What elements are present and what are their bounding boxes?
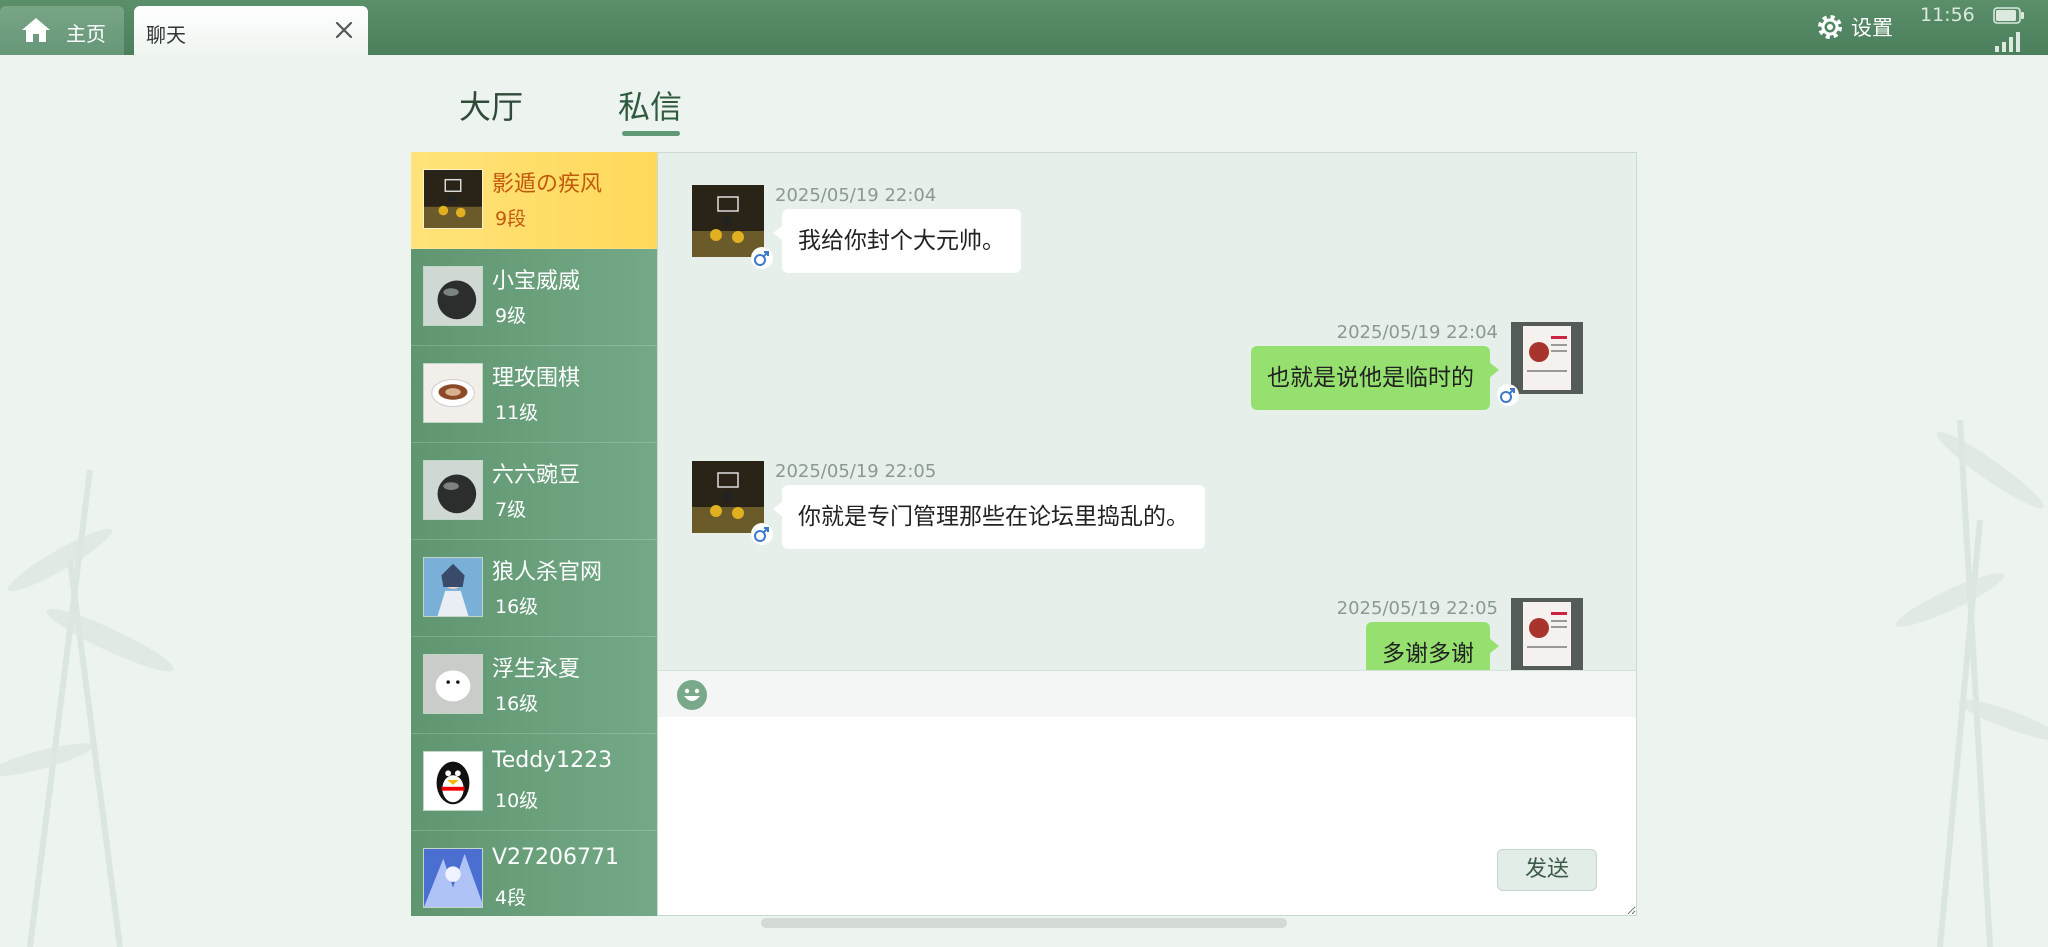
avatar [423, 751, 483, 811]
battery-icon [1993, 7, 2024, 24]
message-list[interactable]: 2025/05/19 22:04 我给你封个大元帅。 2025/05/19 22… [658, 153, 1636, 670]
settings-button[interactable]: 设置 [1815, 10, 1893, 44]
tab-lobby[interactable]: 大厅 [459, 82, 523, 128]
contact-name: Teddy1223 [492, 748, 613, 773]
male-icon [1497, 384, 1519, 406]
contact-item[interactable]: Teddy1223 10级 [411, 734, 657, 831]
emoji-icon[interactable] [676, 679, 708, 711]
contact-list[interactable]: 影遁の疾风 9段 小宝威威 9级 理攻围棋 11级 六六豌豆 7级 狼人杀官网 … [411, 152, 657, 916]
avatar [423, 460, 483, 520]
contact-level: 11级 [495, 402, 539, 424]
message-row: 2025/05/19 22:04 也就是说他是临时的 [658, 290, 1636, 410]
horizontal-scrollbar[interactable] [761, 918, 1287, 928]
message-time: 2025/05/19 22:05 [775, 461, 937, 482]
contact-name: 影遁の疾风 [492, 172, 603, 197]
avatar[interactable] [1511, 322, 1583, 394]
contact-item[interactable]: 狼人杀官网 16级 [411, 540, 657, 637]
status-clock: 11:56 [1920, 4, 1975, 26]
close-icon[interactable] [332, 18, 356, 42]
contact-name: V27206771 [492, 845, 620, 870]
active-tab-indicator [622, 131, 680, 136]
tab-home-label: 主页 [66, 22, 106, 46]
avatar [423, 557, 483, 617]
message-bubble[interactable]: 我给你封个大元帅。 [773, 209, 1021, 273]
avatar [423, 169, 483, 229]
tab-private-messages[interactable]: 私信 [618, 82, 682, 128]
contact-name: 浮生永夏 [492, 657, 581, 682]
message-time: 2025/05/19 22:04 [775, 185, 937, 206]
contact-level: 10级 [495, 790, 539, 812]
avatar[interactable] [1511, 598, 1583, 670]
signal-icon [1995, 32, 2020, 52]
tab-home[interactable]: 主页 [0, 6, 124, 55]
contact-name: 六六豌豆 [492, 463, 581, 488]
contact-level: 9级 [495, 305, 527, 327]
avatar [423, 848, 483, 908]
settings-label: 设置 [1851, 16, 1893, 40]
send-button[interactable]: 发送 [1497, 849, 1597, 891]
contact-item[interactable]: 理攻围棋 11级 [411, 346, 657, 443]
message-time: 2025/05/19 22:05 [1336, 598, 1498, 619]
gear-icon [1818, 15, 1842, 39]
avatar [423, 654, 483, 714]
avatar [423, 266, 483, 326]
contact-item[interactable]: 六六豌豆 7级 [411, 443, 657, 540]
contact-item[interactable]: V27206771 4段 [411, 831, 657, 916]
message-time: 2025/05/19 22:04 [1336, 322, 1498, 343]
message-row: 2025/05/19 22:05 你就是专门管理那些在论坛里捣乱的。 [658, 429, 1636, 549]
contact-level: 7级 [495, 499, 527, 521]
contact-item[interactable]: 影遁の疾风 9段 [411, 152, 657, 249]
contact-level: 4段 [495, 887, 527, 909]
message-input[interactable] [658, 717, 1636, 915]
message-row: 2025/05/19 22:04 我给你封个大元帅。 [658, 153, 1636, 273]
contact-name: 狼人杀官网 [492, 560, 603, 585]
top-bar: 主页 聊天 设置 11:56 [0, 0, 2048, 55]
male-icon [751, 247, 773, 269]
avatar [423, 363, 483, 423]
contact-level: 9段 [495, 208, 527, 230]
contact-level: 16级 [495, 693, 539, 715]
tab-chat-label: 聊天 [146, 23, 186, 47]
male-icon [751, 523, 773, 545]
contact-item[interactable]: 小宝威威 9级 [411, 249, 657, 346]
message-bubble[interactable]: 也就是说他是临时的 [1251, 346, 1499, 410]
message-row: 2025/05/19 22:05 多谢多谢 [658, 566, 1636, 670]
chat-panel: 2025/05/19 22:04 我给你封个大元帅。 2025/05/19 22… [657, 152, 1637, 916]
message-bubble[interactable]: 你就是专门管理那些在论坛里捣乱的。 [773, 485, 1205, 549]
contact-item[interactable]: 浮生永夏 16级 [411, 637, 657, 734]
message-bubble[interactable]: 多谢多谢 [1366, 622, 1499, 670]
contact-level: 16级 [495, 596, 539, 618]
contact-name: 小宝威威 [492, 269, 581, 294]
home-icon [22, 18, 50, 42]
composer-toolbar [658, 670, 1636, 717]
contact-name: 理攻围棋 [492, 366, 581, 391]
tab-chat[interactable]: 聊天 [134, 6, 368, 55]
